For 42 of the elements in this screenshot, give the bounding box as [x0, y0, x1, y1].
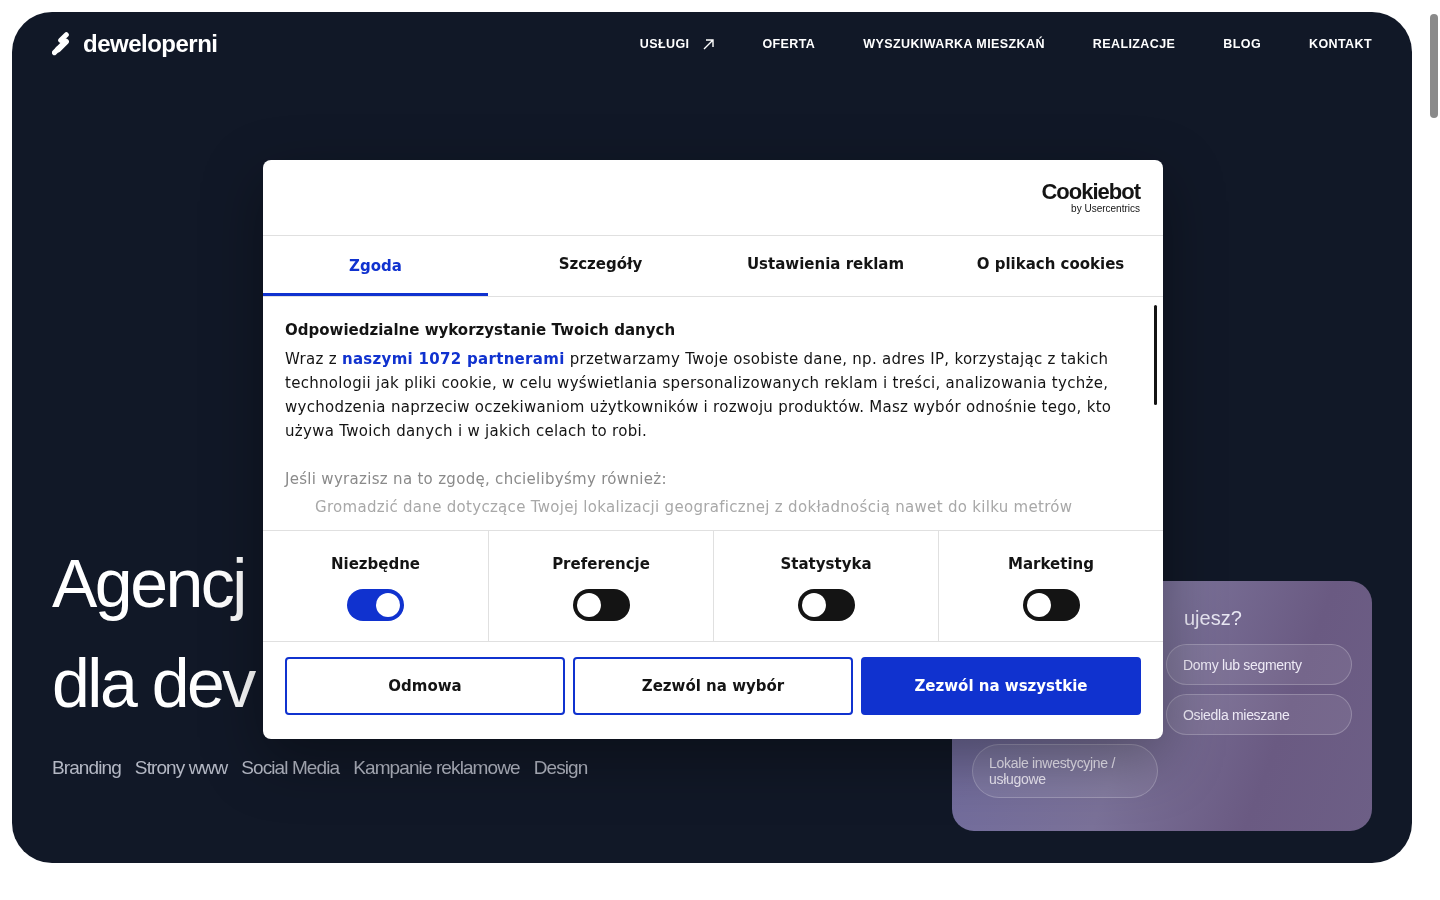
nav-link[interactable]: USŁUGI [639, 37, 715, 51]
nav-link[interactable]: OFERTA [762, 37, 816, 51]
logo-text: deweloperni [83, 30, 218, 58]
toggle-label: Preferencje [552, 555, 650, 573]
section-title: Odpowiedzialne wykorzystanie Twoich danych [285, 321, 677, 339]
arrow-icon [703, 38, 715, 50]
hero-heading: dla dev [52, 644, 254, 723]
toggle-label: Statystyka [780, 555, 872, 573]
toggle-label: Niezbędne [330, 555, 421, 573]
option-chip[interactable]: Domy lub segmenty [1166, 644, 1352, 685]
nav-link[interactable]: KONTAKT [1309, 37, 1372, 51]
service-label: Social Media [241, 757, 340, 779]
service-label: Kampanie reklamowe [353, 757, 520, 779]
toggle-switch[interactable] [347, 589, 404, 621]
toggle-switch[interactable] [1022, 589, 1080, 621]
scroll-thumb[interactable] [1154, 305, 1157, 405]
tab[interactable]: Szczegóły [488, 236, 713, 296]
consent-button[interactable]: Zezwól na wszystkie [861, 657, 1141, 715]
toggle-switch[interactable] [572, 589, 630, 621]
scrollbar[interactable] [1430, 14, 1438, 118]
nav-link[interactable]: BLOG [1223, 37, 1261, 51]
purpose-text: Gromadzić dane dotyczące Twojej lokalizacji geograficznej z dokładnością nawet do kilku metrów [315, 497, 1074, 518]
consent-button[interactable]: Odmowa [285, 657, 565, 715]
tab[interactable]: O plikach cookies [938, 236, 1163, 296]
service-label: Design [533, 757, 588, 779]
toggle-switch[interactable] [797, 589, 855, 621]
nav-link[interactable]: WYSZUKIWARKA MIESZKAŃ [863, 37, 1045, 51]
tab[interactable]: Zgoda [263, 236, 488, 296]
consent-button[interactable]: Zezwól na wybór [573, 657, 853, 715]
hero-heading: Agencj [52, 544, 245, 623]
tab[interactable]: Ustawienia reklam [713, 236, 938, 296]
toggle-label: Marketing [1008, 555, 1094, 573]
partners-link[interactable]: naszymi 1072 partnerami [341, 350, 565, 368]
site-logo[interactable]: deweloperni [52, 30, 218, 58]
service-label: Branding [52, 757, 121, 779]
card-heading: ujesz? [1184, 607, 1242, 630]
nav-link[interactable]: REALIZACJE [1092, 37, 1176, 51]
cookiebot-logo: Cookiebot by Usercentrics [1041, 180, 1140, 215]
consent-intro: Jeśli wyrazisz na to zgodę, chcielibyśmy również: [285, 469, 668, 490]
option-chip[interactable]: Osiedla mieszane [1166, 694, 1352, 735]
service-label: Strony www [134, 757, 228, 779]
consent-text: Wraz z naszymi 1072 partnerami przetwarzamy Twoje osobiste dane, np. adres IP, korzystając z takich technologii jak pliki cookie, w celu wyświetlania spersonalizowanych reklam i treści, analizowania tychże, wychodzenia naprzeciw oczekiwaniom użytkowników i rozwoju produktów. Masz wybór odnośnie tego, kto używa Twoich danych i w jakich celach to robi. [285, 349, 1113, 442]
